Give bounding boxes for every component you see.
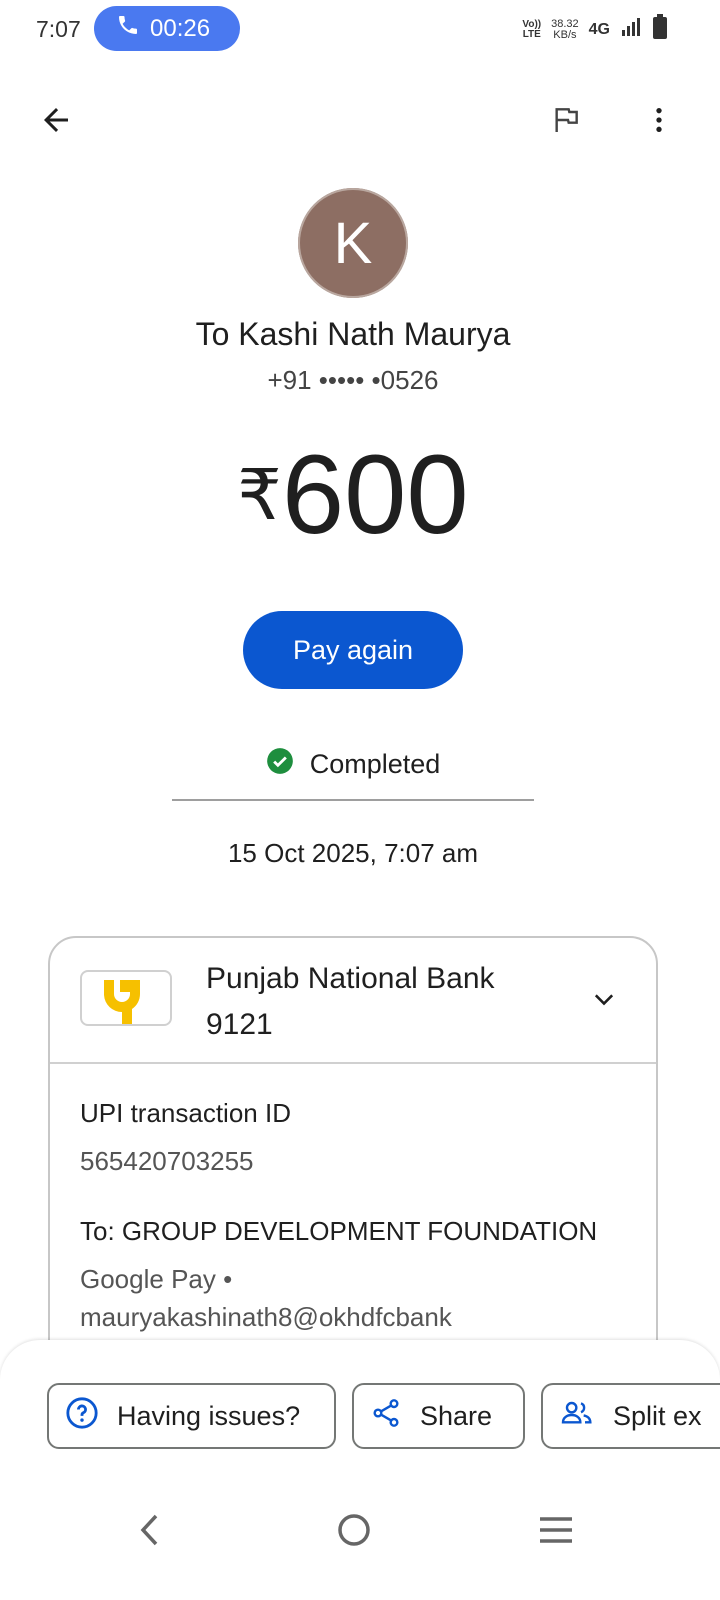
- more-vert-icon: [643, 104, 675, 141]
- status-indicators: Vo)) LTE 38.32 KB/s 4G: [522, 14, 668, 45]
- nav-back-icon[interactable]: [136, 1512, 164, 1553]
- nav-menu-icon[interactable]: [538, 1514, 574, 1551]
- network-speed: 38.32 KB/s: [551, 17, 579, 41]
- check-circle-icon: [266, 747, 294, 782]
- bank-account: Punjab National Bank 9121: [206, 956, 566, 1048]
- having-issues-button[interactable]: Having issues?: [47, 1383, 336, 1449]
- signal-icon: [620, 16, 642, 43]
- share-button[interactable]: Share: [352, 1383, 525, 1449]
- recipient-name: To Kashi Nath Maurya: [195, 316, 511, 352]
- network-type: 4G: [588, 20, 610, 38]
- payee-via: Google Pay •: [80, 1264, 233, 1294]
- avatar[interactable]: K: [298, 188, 408, 298]
- more-options-button[interactable]: [633, 96, 685, 148]
- split-expense-button[interactable]: Split ex: [541, 1383, 720, 1449]
- report-button[interactable]: [540, 96, 592, 148]
- battery-icon: [652, 14, 668, 45]
- amount-value: 600: [281, 432, 469, 557]
- phone-icon: [116, 13, 140, 44]
- status-time: 7:07: [36, 16, 81, 42]
- payment-status: Completed: [0, 747, 706, 782]
- chevron-down-icon[interactable]: [590, 986, 618, 1019]
- flag-icon: [550, 104, 582, 141]
- having-issues-label: Having issues?: [117, 1400, 301, 1431]
- volte-indicator: Vo)) LTE: [522, 18, 542, 40]
- split-expense-label: Split ex: [613, 1400, 702, 1431]
- payee-upi: mauryakashinath8@okhdfcbank: [80, 1302, 452, 1332]
- status-text: Completed: [309, 749, 441, 779]
- bank-account-row[interactable]: Punjab National Bank 9121: [50, 938, 656, 1064]
- pay-again-button[interactable]: Pay again: [243, 611, 463, 689]
- arrow-back-icon: [38, 102, 74, 143]
- call-timer: 00:26: [150, 14, 211, 42]
- txn-id-value[interactable]: 565420703255: [80, 1146, 254, 1177]
- currency-symbol: ₹: [237, 456, 282, 534]
- amount: ₹600: [0, 430, 706, 559]
- group-icon: [559, 1397, 595, 1436]
- share-label: Share: [420, 1400, 493, 1431]
- ongoing-call-pill[interactable]: 00:26: [94, 6, 240, 51]
- back-button[interactable]: [30, 96, 82, 148]
- nav-home-icon[interactable]: [336, 1512, 372, 1553]
- help-icon: [65, 1396, 99, 1437]
- transaction-datetime: 15 Oct 2025, 7:07 am: [227, 838, 479, 868]
- payee-label: To: GROUP DEVELOPMENT FOUNDATION: [80, 1216, 598, 1246]
- share-icon: [370, 1397, 402, 1436]
- system-nav-bar: [0, 1490, 720, 1600]
- account-suffix: 9121: [206, 1008, 273, 1041]
- bank-logo: [80, 970, 172, 1026]
- bank-name: Punjab National Bank: [206, 962, 495, 995]
- txn-id-label: UPI transaction ID: [80, 1098, 291, 1128]
- divider: [172, 799, 534, 801]
- recipient-phone: +91 ••••• •0526: [267, 365, 439, 395]
